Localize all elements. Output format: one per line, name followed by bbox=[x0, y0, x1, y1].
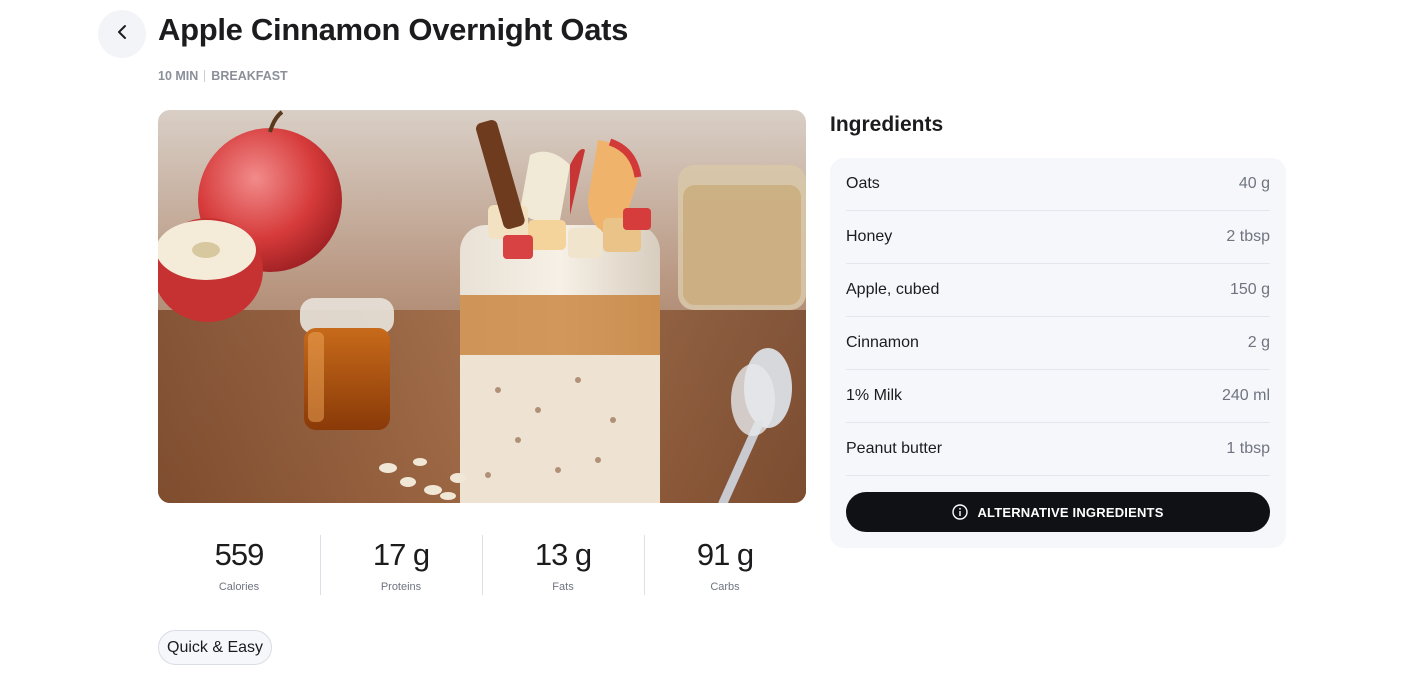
ingredient-quantity: 40 g bbox=[1238, 175, 1270, 192]
ingredient-row: Apple, cubed 150 g bbox=[846, 264, 1270, 317]
ingredient-name: Oats bbox=[846, 175, 880, 192]
meal-category: BREAKFAST bbox=[211, 69, 288, 83]
ingredients-card: Oats 40 g Honey 2 tbsp Apple, cubed 150 … bbox=[830, 158, 1286, 548]
ingredient-name: Cinnamon bbox=[846, 334, 919, 351]
alternative-ingredients-button[interactable]: ALTERNATIVE INGREDIENTS bbox=[846, 492, 1270, 532]
ingredients-heading: Ingredients bbox=[830, 113, 944, 136]
recipe-tag[interactable]: Quick & Easy bbox=[158, 630, 273, 665]
ingredient-row: Oats 40 g bbox=[846, 158, 1270, 211]
nutrition-calories: 559 Calories bbox=[158, 535, 320, 595]
meta-divider bbox=[204, 70, 206, 82]
nutrition-value: 17 g bbox=[372, 537, 430, 572]
prep-time: 10 MIN bbox=[158, 69, 199, 83]
nutrition-label: Carbs bbox=[710, 581, 740, 593]
ingredient-name: Peanut butter bbox=[846, 440, 943, 457]
page-title: Apple Cinnamon Overnight Oats bbox=[158, 12, 629, 47]
ingredient-quantity: 1 tbsp bbox=[1226, 440, 1270, 457]
ingredient-quantity: 240 ml bbox=[1221, 387, 1270, 404]
nutrition-carbs: 91 g Carbs bbox=[644, 535, 806, 595]
chevron-left-icon bbox=[115, 24, 129, 45]
nutrition-value: 13 g bbox=[534, 537, 592, 572]
ingredient-name: Apple, cubed bbox=[846, 281, 940, 298]
nutrition-value: 91 g bbox=[696, 537, 754, 572]
nutrition-proteins: 17 g Proteins bbox=[320, 535, 482, 595]
info-icon bbox=[952, 504, 969, 520]
nutrition-label: Calories bbox=[218, 581, 260, 593]
recipe-meta: 10 MIN BREAKFAST bbox=[158, 69, 288, 83]
alternative-ingredients-label: ALTERNATIVE INGREDIENTS bbox=[977, 504, 1164, 520]
nutrition-label: Fats bbox=[552, 581, 574, 593]
ingredient-quantity: 2 tbsp bbox=[1226, 228, 1270, 245]
ingredient-name: Honey bbox=[846, 228, 893, 245]
ingredient-row: Cinnamon 2 g bbox=[846, 317, 1270, 370]
ingredient-row: Peanut butter 1 tbsp bbox=[846, 423, 1270, 476]
ingredient-row: Honey 2 tbsp bbox=[846, 211, 1270, 264]
nutrition-summary: 559 Calories 17 g Proteins 13 g Fats 91 … bbox=[158, 535, 806, 595]
nutrition-label: Proteins bbox=[380, 581, 422, 593]
ingredient-quantity: 150 g bbox=[1229, 281, 1270, 298]
ingredient-row: 1% Milk 240 ml bbox=[846, 370, 1270, 423]
ingredient-name: 1% Milk bbox=[846, 387, 903, 404]
nutrition-fats: 13 g Fats bbox=[482, 535, 644, 595]
nutrition-value: 559 bbox=[214, 537, 265, 572]
back-button[interactable] bbox=[98, 10, 146, 58]
recipe-photo bbox=[158, 110, 806, 503]
recipe-photo-illustration bbox=[158, 110, 806, 503]
ingredient-quantity: 2 g bbox=[1247, 334, 1270, 351]
